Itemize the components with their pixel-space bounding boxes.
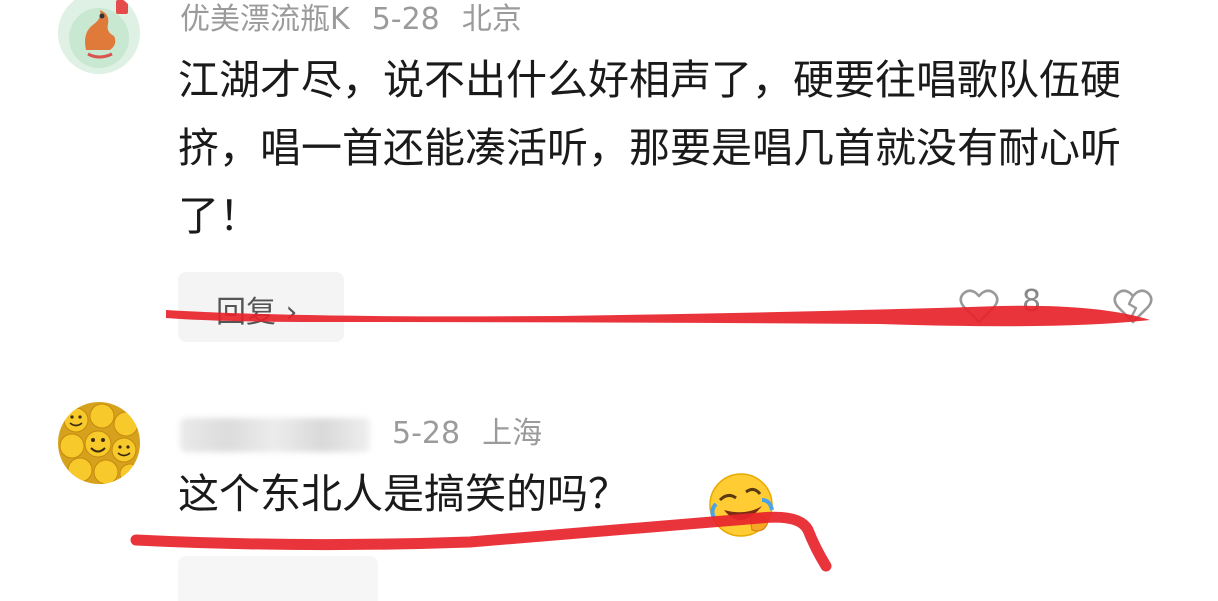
comment-location: 北京 (461, 2, 522, 37)
reply-button[interactable] (178, 556, 378, 601)
username-blurred[interactable] (180, 417, 370, 452)
comment-item: 优美漂流瓶K 5-28 北京 江湖才尽，说不出什么好相声了，硬要往唱歌队伍硬挤，唱一… (0, 0, 1218, 360)
rolling-laughing-emoji-icon (709, 473, 774, 537)
username[interactable]: 优美漂流瓶K (180, 2, 350, 37)
comment-meta: 优美漂流瓶K 5-28 北京 (180, 0, 544, 38)
comment-text: 江湖才尽，说不出什么好相声了，硬要往唱歌队伍硬挤，唱一首还能凑活听，那要是唱几首… (178, 56, 1121, 240)
comment-date: 5-28 (371, 2, 440, 37)
comment-text: 这个东北人是搞笑的吗？ (178, 470, 629, 518)
user-avatar[interactable] (58, 402, 140, 484)
comment-item: 5-28 上海 这个东北人是搞笑的吗？ (0, 380, 1218, 601)
reply-button[interactable]: 回复 › (178, 272, 344, 342)
broken-heart-icon[interactable] (1112, 286, 1154, 326)
smiley-avatar-icon (58, 402, 140, 484)
comment-meta: 5-28 上海 (180, 408, 564, 452)
user-avatar[interactable] (58, 0, 140, 74)
heart-icon[interactable] (958, 286, 1000, 326)
like-count: 8 (1022, 284, 1042, 319)
comment-location: 上海 (482, 416, 543, 451)
dragon-avatar-icon (58, 0, 140, 74)
comment-date: 5-28 (392, 416, 461, 451)
